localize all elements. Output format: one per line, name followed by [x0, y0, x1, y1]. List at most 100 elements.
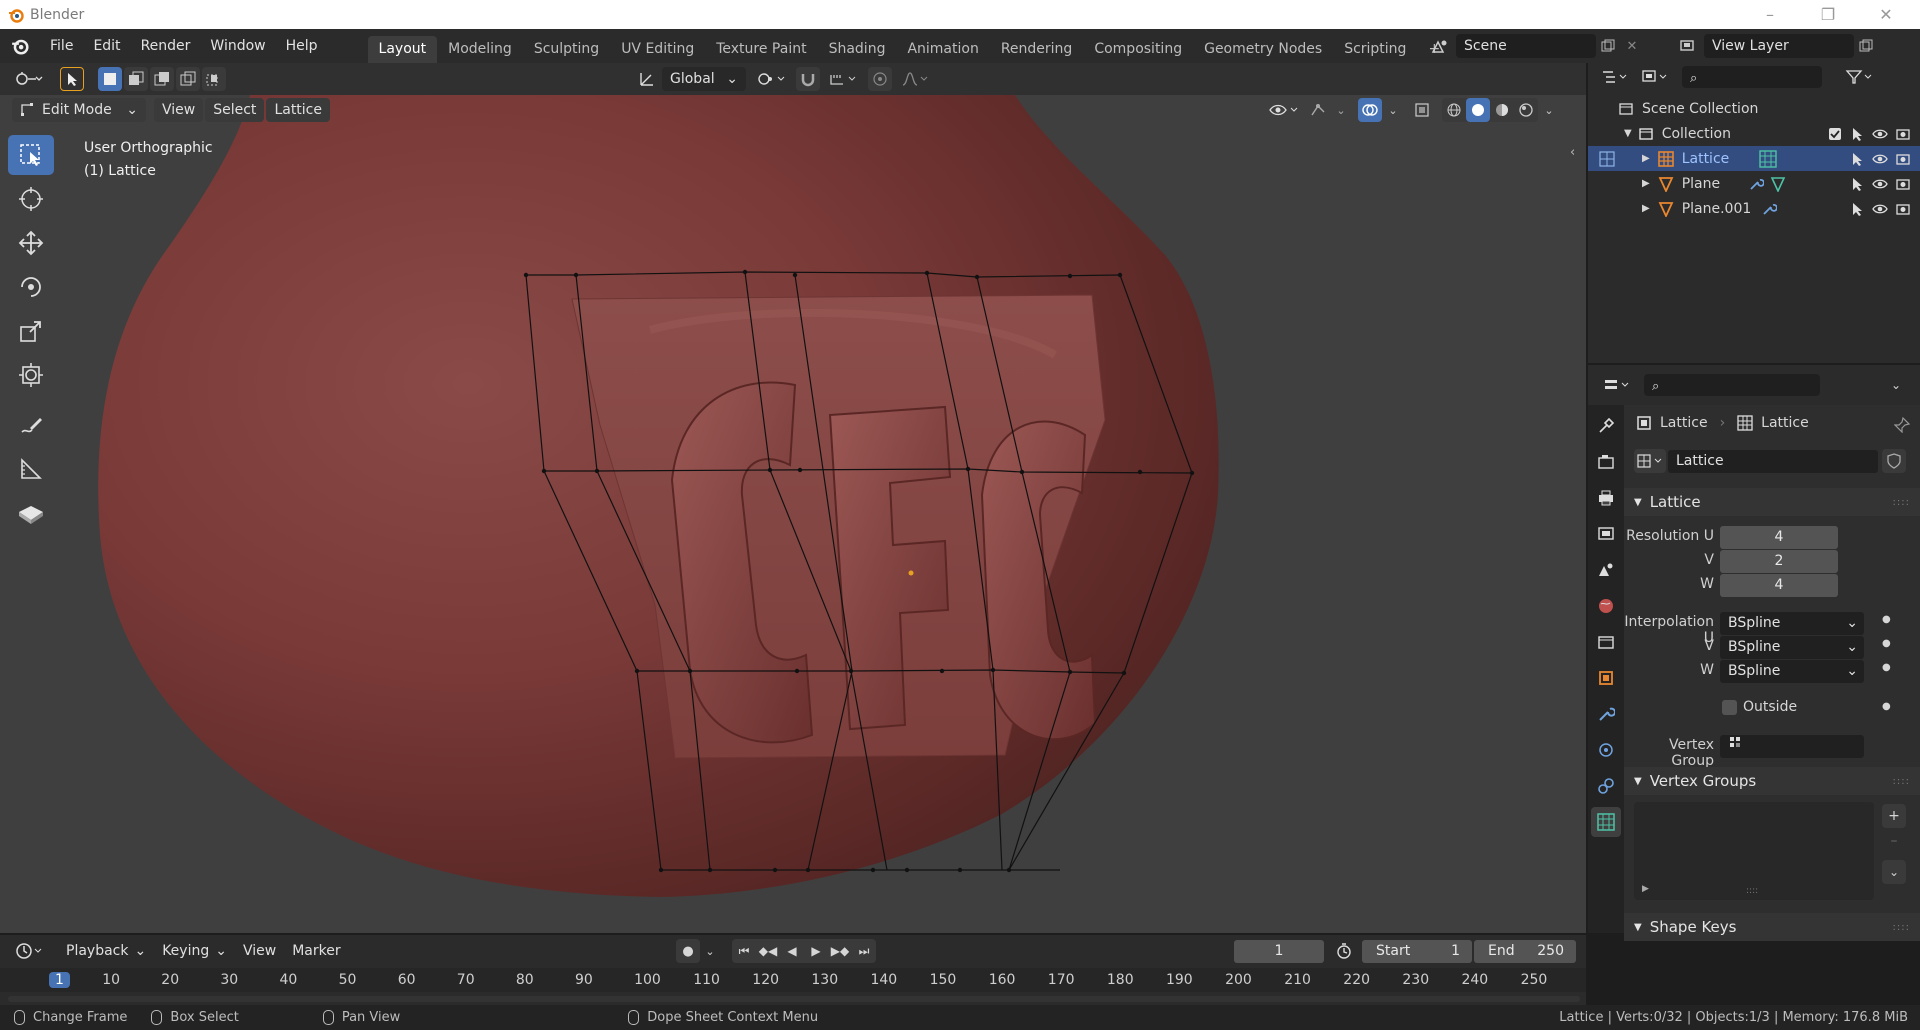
selectable-arrow-icon[interactable]	[1850, 177, 1864, 191]
tab-view-layer[interactable]	[1591, 519, 1621, 549]
drag-handle-icon[interactable]: ::::	[1893, 922, 1910, 933]
tab-shading[interactable]: Shading	[818, 36, 897, 63]
minimize-button[interactable]: –	[1742, 0, 1798, 29]
outliner-search-input[interactable]: ⌕	[1682, 66, 1822, 88]
tab-object[interactable]	[1591, 663, 1621, 693]
remove-vertex-group-button[interactable]: –	[1882, 829, 1906, 853]
mesh-data-icon[interactable]	[1770, 176, 1786, 192]
view-layer-browse-button[interactable]	[1676, 34, 1700, 58]
outside-checkbox[interactable]	[1722, 699, 1737, 715]
tool-select-box[interactable]	[8, 135, 54, 175]
expand-arrow-right-icon[interactable]: ▶	[1642, 153, 1650, 164]
fake-user-button[interactable]	[1882, 449, 1906, 473]
eye-icon[interactable]	[1872, 152, 1888, 166]
selectable-arrow-icon[interactable]	[1850, 152, 1864, 166]
shading-material-button[interactable]	[1490, 98, 1514, 122]
tab-scene[interactable]	[1591, 555, 1621, 585]
auto-keying-dropdown[interactable]: ⌄	[702, 939, 718, 963]
tab-modeling[interactable]: Modeling	[437, 36, 523, 63]
outliner-collection[interactable]: ▼ Collection	[1588, 121, 1920, 146]
keyframe-dot-icon[interactable]: ●	[1882, 662, 1891, 673]
select-new-button[interactable]	[98, 67, 122, 91]
scene-browse-button[interactable]	[1428, 34, 1452, 58]
pin-icon[interactable]	[1894, 417, 1910, 433]
jump-prev-keyframe-button[interactable]: ◆◀	[756, 939, 780, 963]
gizmo-dropdown[interactable]: ⌄	[1334, 98, 1348, 122]
jump-next-keyframe-button[interactable]: ▶◆	[828, 939, 852, 963]
delete-scene-button[interactable]: ✕	[1620, 34, 1644, 58]
viewport-canvas[interactable]	[0, 95, 1586, 933]
xray-toggle-button[interactable]	[1410, 98, 1434, 122]
eye-icon[interactable]	[1872, 202, 1888, 216]
shading-dropdown[interactable]: ⌄	[1542, 98, 1556, 122]
expand-arrow-right-icon[interactable]: ▶	[1642, 178, 1650, 189]
vertex-group-field[interactable]	[1720, 735, 1864, 758]
embossed-letters[interactable]	[670, 381, 1097, 744]
add-vertex-group-button[interactable]: +	[1882, 804, 1906, 828]
tool-rotate[interactable]	[8, 267, 54, 307]
tab-sculpting[interactable]: Sculpting	[523, 36, 610, 63]
3d-viewport[interactable]: Global ⌄ Edit Mode ⌄ View Select Lattice …	[0, 63, 1586, 933]
play-button[interactable]: ▶	[804, 939, 828, 963]
snap-target-button[interactable]	[826, 67, 862, 91]
drag-handle-icon[interactable]: ::::	[1893, 497, 1910, 508]
new-scene-button[interactable]	[1596, 34, 1620, 58]
view-layer-field[interactable]: View Layer	[1704, 34, 1854, 58]
tab-uv-editing[interactable]: UV Editing	[610, 36, 705, 63]
shading-wireframe-button[interactable]	[1442, 98, 1466, 122]
tab-modifiers[interactable]	[1591, 699, 1621, 729]
display-mode-button[interactable]	[1638, 65, 1672, 89]
tab-collection[interactable]	[1591, 627, 1621, 657]
outliner-editor-type-button[interactable]	[1598, 65, 1632, 89]
proportional-edit-button[interactable]	[868, 67, 892, 91]
close-button[interactable]: ✕	[1858, 0, 1914, 29]
tool-cursor[interactable]	[8, 179, 54, 219]
tool-move[interactable]	[8, 223, 54, 263]
timeline-scrollbar[interactable]	[8, 996, 1580, 1002]
overlay-toggle-button[interactable]	[1358, 98, 1382, 122]
snap-toggle-button[interactable]	[796, 67, 820, 91]
lattice-data-icon[interactable]	[1759, 149, 1779, 168]
tool-add-cube[interactable]	[8, 493, 54, 533]
select-extend-button[interactable]	[124, 67, 148, 91]
timeline-ruler[interactable]: 1 10 20 30 40 50 60 70 80 90 100 110 120 130 140 150 160…	[0, 968, 1586, 992]
transform-orientation-dropdown[interactable]: Global ⌄	[662, 67, 746, 91]
keyframe-dot-icon[interactable]: ●	[1882, 638, 1891, 649]
tab-compositing[interactable]: Compositing	[1083, 36, 1193, 63]
marker-menu[interactable]: Marker	[284, 939, 348, 963]
outliner-filter-button[interactable]	[1842, 65, 1876, 89]
timeline-editor-type-button[interactable]	[12, 939, 48, 963]
interpolation-w-dropdown[interactable]: BSpline ⌄	[1720, 660, 1864, 683]
camera-render-icon[interactable]	[1896, 127, 1910, 141]
jump-start-button[interactable]: ⏮	[732, 939, 756, 963]
lattice-edit-mode-icon[interactable]	[1598, 150, 1616, 168]
tab-tool[interactable]	[1591, 411, 1621, 441]
tool-scale[interactable]	[8, 311, 54, 351]
mode-dropdown[interactable]: Edit Mode ⌄	[12, 98, 146, 122]
select-subtract-button[interactable]	[150, 67, 174, 91]
eye-icon[interactable]	[1872, 177, 1888, 191]
keyframe-dot-icon[interactable]: ●	[1882, 614, 1891, 625]
eye-icon[interactable]	[1872, 127, 1888, 141]
preview-range-button[interactable]	[1332, 939, 1356, 963]
tool-annotate[interactable]	[8, 405, 54, 445]
resolution-v-field[interactable]: 2	[1720, 550, 1838, 573]
select-invert-button[interactable]	[176, 67, 200, 91]
blender-menu-button[interactable]	[0, 37, 40, 55]
visibility-dropdown[interactable]	[1266, 98, 1302, 122]
timeline-view-menu[interactable]: View	[235, 939, 284, 963]
tool-measure[interactable]	[8, 449, 54, 489]
datablock-name-field[interactable]: Lattice	[1668, 449, 1878, 473]
interpolation-u-dropdown[interactable]: BSpline ⌄	[1720, 612, 1864, 635]
outliner-item-lattice[interactable]: ▶ Lattice	[1588, 146, 1920, 171]
vertex-groups-panel-header[interactable]: ▼ Vertex Groups ::::	[1624, 767, 1920, 795]
select-intersect-button[interactable]	[202, 67, 226, 91]
checkbox-checked-icon[interactable]	[1828, 127, 1842, 141]
tab-output[interactable]	[1591, 483, 1621, 513]
new-view-layer-button[interactable]	[1854, 34, 1878, 58]
vertex-group-specials-button[interactable]: ⌄	[1882, 860, 1906, 884]
vertex-groups-list[interactable]: ▶ ::::	[1634, 802, 1874, 900]
tab-texture-paint[interactable]: Texture Paint	[705, 36, 817, 63]
expand-arrow-right-icon[interactable]: ▶	[1642, 203, 1650, 214]
wrench-modifier-icon[interactable]	[1761, 201, 1778, 217]
